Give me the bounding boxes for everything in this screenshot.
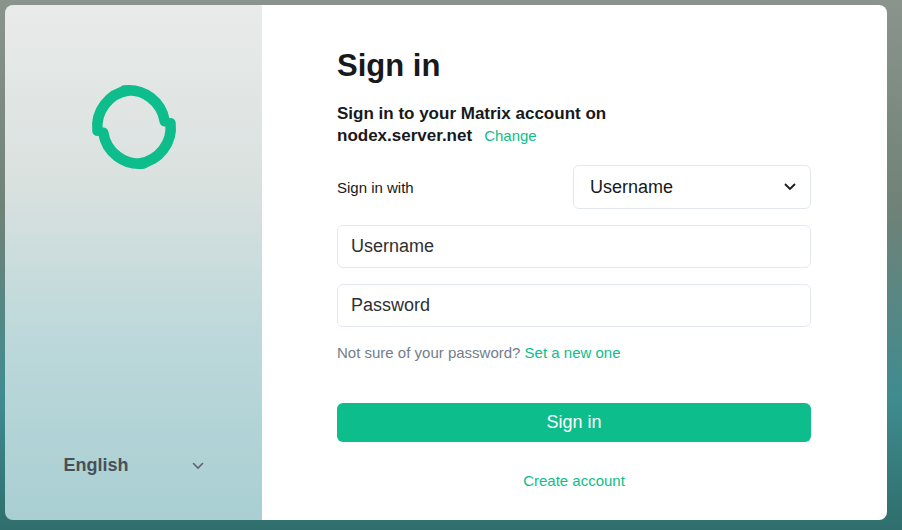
language-selector[interactable]: English <box>64 455 204 476</box>
element-logo-icon <box>86 79 182 175</box>
page-title: Sign in <box>337 47 811 85</box>
sign-in-panel: Sign in Sign in to your Matrix account on… <box>262 5 887 520</box>
server-subtitle: Sign in to your Matrix account onnodex.s… <box>337 103 811 147</box>
sign-in-with-row: Sign in with Username <box>337 165 811 209</box>
sign-in-button[interactable]: Sign in <box>337 403 811 442</box>
reset-password-link[interactable]: Set a new one <box>525 344 621 361</box>
auth-card: English Sign in Sign in to your Matrix acc… <box>5 5 887 520</box>
chevron-down-icon <box>784 183 796 191</box>
create-account-link[interactable]: Create account <box>523 472 625 489</box>
change-server-link[interactable]: Change <box>484 127 537 144</box>
text-field[interactable] <box>337 284 811 327</box>
sign-in-method-dropdown[interactable]: Username <box>573 165 811 209</box>
language-label: English <box>64 455 129 476</box>
text-field[interactable] <box>337 225 811 268</box>
background-photo: English Sign in Sign in to your Matrix acc… <box>0 0 902 530</box>
forgot-password: Not sure of your password? Set a new one <box>337 344 811 361</box>
server-name: nodex.server.net <box>337 126 472 145</box>
chevron-down-icon <box>192 462 204 470</box>
sign-in-with-label: Sign in with <box>337 179 414 196</box>
side-panel: English <box>5 5 262 520</box>
